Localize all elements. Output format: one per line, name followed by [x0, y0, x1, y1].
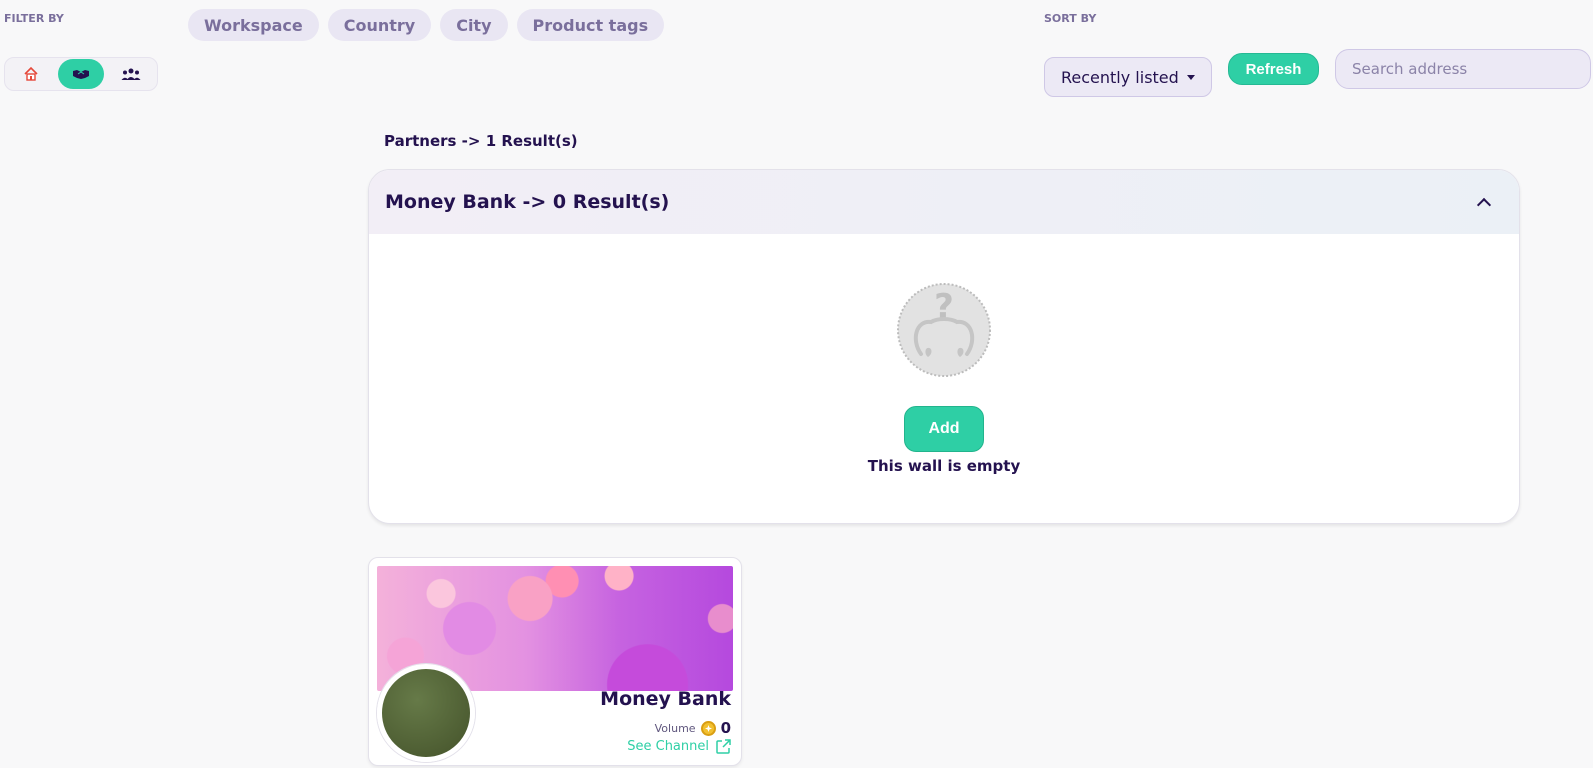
sort-select[interactable]: Recently listed — [1044, 57, 1212, 97]
empty-state-text: This wall is empty — [867, 457, 1021, 475]
money-bank-wall-panel: Money Bank -> 0 Result(s) ? Add This wal… — [368, 169, 1520, 524]
see-channel-link[interactable]: See Channel — [627, 739, 731, 754]
empty-wall-mascot-icon: ? — [897, 283, 991, 377]
view-toggle-group — [4, 57, 158, 91]
country-filter-chip[interactable]: Country — [327, 9, 432, 41]
volume-row: Volume 0 — [655, 719, 731, 737]
house-icon — [24, 66, 38, 81]
see-channel-label: See Channel — [627, 739, 709, 754]
partner-name: Money Bank — [600, 688, 731, 710]
city-filter-chip[interactable]: City — [440, 9, 508, 41]
volume-value: 0 — [720, 719, 731, 737]
search-address-input[interactable] — [1335, 49, 1591, 89]
chevron-up-icon[interactable] — [1476, 197, 1492, 213]
product-tags-filter-chip[interactable]: Product tags — [516, 9, 665, 41]
empty-state: ? Add This wall is empty — [369, 282, 1519, 475]
add-button[interactable]: Add — [904, 406, 984, 452]
community-view-button[interactable] — [108, 59, 154, 89]
panel-title: Money Bank -> 0 Result(s) — [385, 191, 670, 213]
workspace-filter-chip[interactable]: Workspace — [188, 9, 319, 41]
volume-label: Volume — [654, 721, 696, 735]
coin-icon — [700, 720, 716, 736]
partners-result-count: Partners -> 1 Result(s) — [384, 132, 578, 150]
panel-header[interactable]: Money Bank -> 0 Result(s) — [369, 170, 1519, 234]
handshake-icon — [73, 70, 89, 79]
refresh-button[interactable]: Refresh — [1228, 53, 1319, 85]
money-bank-partner-card[interactable]: Money Bank Volume 0 See Channel — [368, 557, 742, 766]
filter-chips: Workspace Country City Product tags — [188, 9, 665, 41]
sort-by-label: SORT BY — [1044, 12, 1097, 25]
caret-down-icon — [1187, 74, 1195, 80]
partners-view-button[interactable] — [58, 59, 104, 89]
partner-avatar — [377, 664, 475, 762]
filter-by-label: FILTER BY — [4, 12, 64, 25]
users-icon — [121, 68, 141, 80]
home-view-button[interactable] — [8, 59, 54, 89]
external-link-icon — [716, 739, 731, 754]
sort-selected-value: Recently listed — [1061, 67, 1179, 87]
coin-star-icon — [704, 724, 712, 732]
